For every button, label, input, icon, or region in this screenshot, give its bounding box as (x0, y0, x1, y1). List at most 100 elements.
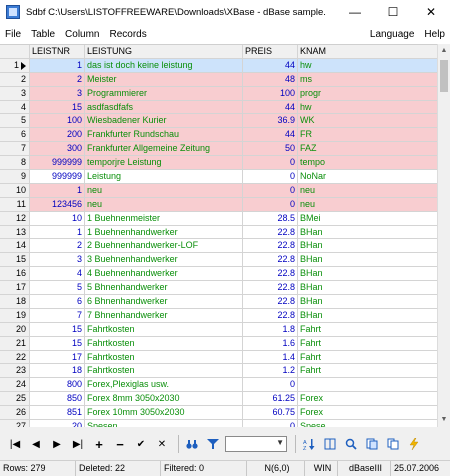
filter-combo[interactable] (225, 436, 287, 452)
cell-leistnr[interactable]: 10 (30, 211, 85, 225)
table-row[interactable]: 12 10 1 Buehnenmeister 28.5 BMei (0, 211, 437, 226)
insert-record-button[interactable]: + (90, 435, 108, 453)
cell-leistung[interactable]: asdfasdfafs (85, 100, 243, 114)
table-row[interactable]: 11 123456 neu 0 neu (0, 197, 437, 212)
cell-knam[interactable]: BMei (298, 212, 437, 225)
cell-knam[interactable]: Fahrt (298, 323, 437, 336)
table-row[interactable]: 3 3 Programmierer 100 progr (0, 86, 437, 101)
table-row[interactable]: 16 4 4 Buehnenhandwerker 22.8 BHan (0, 267, 437, 282)
cell-leistnr[interactable]: 2 (30, 72, 85, 86)
cell-preis[interactable]: 22.8 (243, 295, 298, 308)
search-magnifier-icon[interactable] (342, 435, 360, 453)
cell-preis[interactable]: 1.6 (243, 336, 298, 350)
cell-leistnr[interactable]: 850 (30, 392, 85, 406)
cell-preis[interactable]: 0 (243, 170, 298, 183)
cell-leistung[interactable]: Fahrtkosten (85, 322, 243, 336)
cell-leistung[interactable]: Forex 8mm 3050x2030 (85, 392, 243, 406)
cell-leistung[interactable]: Leistung (85, 170, 243, 183)
column-header-leistnr[interactable]: LEISTNR (30, 45, 85, 58)
table-row[interactable]: 19 7 7 Bhnenhandwerker 22.8 BHan (0, 308, 437, 323)
table-row[interactable]: 5 100 Wiesbadener Kurier 36.9 WK (0, 114, 437, 129)
cell-leistung[interactable]: Fahrtkosten (85, 364, 243, 378)
table-row[interactable]: 1 1 das ist doch keine leistung 44 hw (0, 58, 437, 73)
cell-preis[interactable]: 44 (243, 128, 298, 142)
table-row[interactable]: 17 5 5 Bhnenhandwerker 22.8 BHan (0, 281, 437, 296)
cell-preis[interactable]: 0 (243, 378, 298, 392)
column-header-knam[interactable]: KNAM (298, 45, 437, 58)
cell-leistung[interactable]: 5 Bhnenhandwerker (85, 281, 243, 295)
cell-preis[interactable]: 0 (243, 183, 298, 197)
cell-leistung[interactable]: 1 Buehnenhandwerker (85, 225, 243, 239)
cell-preis[interactable]: 22.8 (243, 281, 298, 295)
cell-knam[interactable]: progr (298, 86, 437, 100)
cell-leistnr[interactable]: 300 (30, 142, 85, 156)
cell-leistnr[interactable]: 15 (30, 336, 85, 350)
cell-leistung[interactable]: Programmierer (85, 86, 243, 100)
cell-leistung[interactable]: neu (85, 197, 243, 211)
cell-leistnr[interactable]: 1 (30, 183, 85, 197)
table-row[interactable]: 15 3 3 Buehnenhandwerker 22.8 BHan (0, 253, 437, 268)
cell-knam[interactable]: BHan (298, 267, 437, 280)
menu-column[interactable]: Column (60, 29, 104, 40)
copy-icon[interactable] (384, 435, 402, 453)
cell-preis[interactable]: 1.4 (243, 350, 298, 364)
cell-leistnr[interactable]: 2 (30, 239, 85, 253)
cell-leistung[interactable]: neu (85, 183, 243, 197)
sort-az-icon[interactable]: AZ (300, 435, 318, 453)
print-preview-icon[interactable] (363, 435, 381, 453)
cell-leistung[interactable]: das ist doch keine leistung (85, 58, 243, 72)
cell-preis[interactable]: 22.8 (243, 225, 298, 239)
cell-knam[interactable]: Forex (298, 406, 437, 419)
cell-leistung[interactable]: Forex,Plexiglas usw. (85, 378, 243, 392)
cell-leistung[interactable]: 4 Buehnenhandwerker (85, 267, 243, 281)
table-row[interactable]: 7 300 Frankfurter Allgemeine Zeitung 50 FAZ (0, 142, 437, 157)
cell-preis[interactable]: 36.9 (243, 114, 298, 128)
cell-preis[interactable]: 0 (243, 197, 298, 211)
cell-leistnr[interactable]: 5 (30, 281, 85, 295)
maximize-button[interactable]: ☐ (374, 0, 412, 24)
cell-leistnr[interactable]: 100 (30, 114, 85, 128)
column-header-preis[interactable]: PREIS (243, 45, 298, 58)
cell-preis[interactable]: 22.8 (243, 308, 298, 322)
cell-leistung[interactable]: 7 Bhnenhandwerker (85, 308, 243, 322)
cell-preis[interactable]: 61.25 (243, 392, 298, 406)
cell-leistung[interactable]: 3 Buehnenhandwerker (85, 253, 243, 267)
cell-knam[interactable]: hw (298, 100, 437, 114)
scroll-thumb[interactable] (440, 60, 448, 92)
first-record-button[interactable]: |◀ (6, 435, 24, 453)
close-button[interactable]: ✕ (412, 0, 450, 24)
cell-knam[interactable]: Spese (298, 420, 437, 427)
cell-preis[interactable]: 1.8 (243, 322, 298, 336)
cell-knam[interactable]: NoNar (298, 170, 437, 183)
table-row[interactable]: 23 18 Fahrtkosten 1.2 Fahrt (0, 364, 437, 379)
cell-knam[interactable]: Fahrt (298, 337, 437, 350)
table-row[interactable]: 26 851 Forex 10mm 3050x2030 60.75 Forex (0, 406, 437, 421)
vertical-scrollbar[interactable]: ▲ ▼ (437, 44, 450, 427)
cell-knam[interactable]: BHan (298, 295, 437, 308)
cell-preis[interactable]: 44 (243, 100, 298, 114)
cell-leistnr[interactable]: 17 (30, 350, 85, 364)
table-row[interactable]: 6 200 Frankfurter Rundschau 44 FR (0, 128, 437, 143)
cell-leistnr[interactable]: 15 (30, 100, 85, 114)
cell-knam[interactable]: neu (298, 183, 437, 197)
cell-knam[interactable]: BHan (298, 309, 437, 322)
cell-preis[interactable]: 50 (243, 142, 298, 156)
table-row[interactable]: 8 999999 temporjre Leistung 0 tempo (0, 156, 437, 171)
table-row[interactable]: 22 17 Fahrtkosten 1.4 Fahrt (0, 350, 437, 365)
cell-leistnr[interactable]: 3 (30, 253, 85, 267)
cell-leistnr[interactable]: 123456 (30, 197, 85, 211)
menu-table[interactable]: Table (26, 29, 60, 40)
cell-knam[interactable]: Fahrt (298, 364, 437, 377)
table-row[interactable]: 14 2 2 Buehnenhandwerker-LOF 22.8 BHan (0, 239, 437, 254)
cell-knam[interactable]: BHan (298, 253, 437, 266)
table-row[interactable]: 20 15 Fahrtkosten 1.8 Fahrt (0, 322, 437, 337)
cell-knam[interactable]: WK (298, 114, 437, 128)
cell-leistung[interactable]: Spesen (85, 420, 243, 427)
cell-preis[interactable]: 100 (243, 86, 298, 100)
cell-leistung[interactable]: Fahrtkosten (85, 350, 243, 364)
cell-leistung[interactable]: Forex 10mm 3050x2030 (85, 406, 243, 420)
cell-preis[interactable]: 28.5 (243, 211, 298, 225)
cell-knam[interactable]: FR (298, 128, 437, 142)
cell-leistung[interactable]: Wiesbadener Kurier (85, 114, 243, 128)
cell-knam[interactable]: ms (298, 72, 437, 86)
